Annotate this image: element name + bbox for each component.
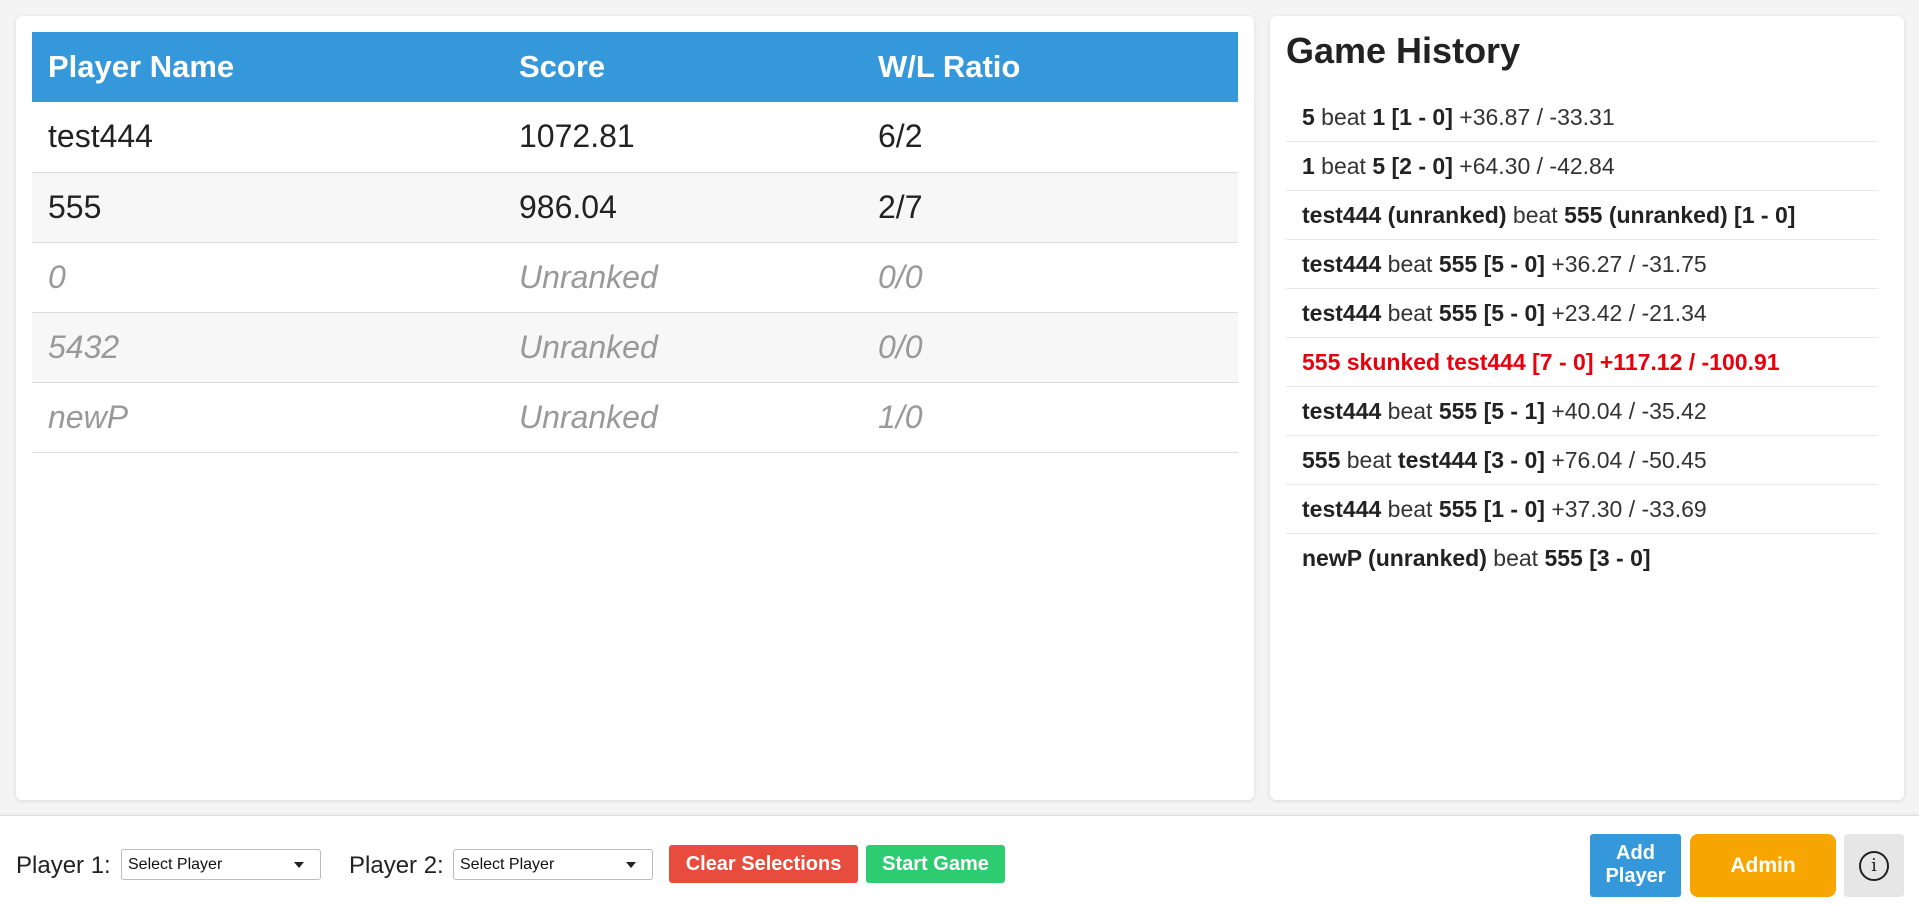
history-entry-strong: 555 [3 - 0] (1544, 545, 1651, 571)
footer-bar: Player 1: Select Player Player 2: Select… (0, 815, 1919, 908)
leaderboard-panel: Player Name Score W/L Ratio test444 1072… (16, 16, 1254, 800)
history-entry: test444 beat 555 [5 - 1] +40.04 / -35.42 (1286, 387, 1878, 436)
game-history-panel: Game History 5 beat 1 [1 - 0] +36.87 / -… (1270, 16, 1904, 800)
clear-selections-button[interactable]: Clear Selections (669, 845, 858, 883)
player2-select-value: Select Player (460, 856, 555, 873)
history-entry-strong: test444 [3 - 0] (1397, 447, 1545, 473)
table-row[interactable]: 5432 Unranked 0/0 (32, 312, 1238, 383)
history-entry-strong: test444 (1302, 300, 1382, 326)
history-entry-strong: 5 [2 - 0] (1372, 153, 1453, 179)
chevron-down-icon (626, 862, 636, 868)
history-entry-strong: test444 (1302, 398, 1382, 424)
history-entry-text: +23.42 / -21.34 (1544, 300, 1707, 326)
info-circle-icon: i (1859, 851, 1889, 881)
score-cell: Unranked (503, 242, 862, 313)
history-entry: newP (unranked) beat 555 [3 - 0] (1286, 534, 1878, 583)
history-entry-text: beat (1314, 153, 1373, 179)
table-row[interactable]: newP Unranked 1/0 (32, 382, 1238, 453)
history-entry-text: beat (1314, 104, 1373, 130)
info-button[interactable]: i (1844, 834, 1904, 897)
history-entry-text: beat (1381, 300, 1439, 326)
score-cell: 1072.81 (503, 102, 862, 173)
leaderboard-table: Player Name Score W/L Ratio test444 1072… (32, 32, 1238, 453)
history-entry-strong: newP (unranked) (1302, 545, 1487, 571)
player-name-cell: 0 (32, 242, 503, 313)
history-entry-strong: 555 [5 - 0] (1438, 251, 1545, 277)
history-entry-strong: 1 [1 - 0] (1372, 104, 1453, 130)
history-entry-text: +36.87 / -33.31 (1452, 104, 1615, 130)
admin-button[interactable]: Admin (1690, 834, 1836, 897)
game-history-list: 5 beat 1 [1 - 0] +36.87 / -33.31 1 beat 5… (1286, 93, 1878, 583)
add-player-button[interactable]: Add Player (1590, 834, 1681, 897)
wl-ratio-cell: 6/2 (862, 102, 1238, 173)
score-cell: Unranked (503, 312, 862, 383)
history-entry: 5 beat 1 [1 - 0] +36.87 / -33.31 (1286, 93, 1878, 142)
history-entry-strong: 555 (1302, 447, 1341, 473)
wl-ratio-cell: 0/0 (862, 312, 1238, 383)
history-entry-strong: 555 [1 - 0] (1438, 496, 1545, 522)
history-entry-text: beat (1486, 545, 1545, 571)
history-entry: test444 beat 555 [1 - 0] +37.30 / -33.69 (1286, 485, 1878, 534)
history-entry-strong: 5 (1302, 104, 1315, 130)
column-header-wl-ratio[interactable]: W/L Ratio (862, 32, 1238, 102)
wl-ratio-cell: 0/0 (862, 242, 1238, 313)
history-entry-text: beat (1381, 251, 1439, 277)
table-row[interactable]: 0 Unranked 0/0 (32, 242, 1238, 313)
history-entry-strong: test444 (1302, 251, 1382, 277)
player1-select[interactable]: Select Player (121, 849, 321, 880)
history-entry-text: beat (1381, 398, 1439, 424)
history-entry-text: beat (1506, 202, 1565, 228)
history-entry-strong: 1 (1302, 153, 1315, 179)
history-entry: 555 skunked test444 [7 - 0] +117.12 / -1… (1286, 338, 1878, 387)
history-entry-strong: test444 (unranked) (1302, 202, 1507, 228)
score-cell: 986.04 (503, 172, 862, 243)
history-entry: test444 (unranked) beat 555 (unranked) [… (1286, 191, 1878, 240)
history-entry-strong: test444 (1302, 496, 1382, 522)
history-entry: 555 beat test444 [3 - 0] +76.04 / -50.45 (1286, 436, 1878, 485)
column-header-score[interactable]: Score (503, 32, 862, 102)
player-name-cell: 555 (32, 172, 503, 243)
game-history-title: Game History (1286, 30, 1521, 71)
history-entry-strong: 555 (unranked) [1 - 0] (1564, 202, 1796, 228)
history-entry-text: beat (1381, 496, 1439, 522)
history-entry-text: +40.04 / -35.42 (1544, 398, 1707, 424)
player2-label: Player 2: (349, 852, 444, 879)
player-name-cell: newP (32, 382, 503, 453)
start-game-button[interactable]: Start Game (866, 845, 1005, 883)
chevron-down-icon (294, 862, 304, 868)
history-entry: test444 beat 555 [5 - 0] +36.27 / -31.75 (1286, 240, 1878, 289)
leaderboard-header-row: Player Name Score W/L Ratio (32, 32, 1238, 102)
wl-ratio-cell: 1/0 (862, 382, 1238, 453)
history-entry-text: +64.30 / -42.84 (1452, 153, 1615, 179)
add-player-label-line2: Player (1605, 865, 1666, 887)
table-row[interactable]: 555 986.04 2/7 (32, 172, 1238, 243)
wl-ratio-cell: 2/7 (862, 172, 1238, 243)
history-entry-strong: 555 skunked test444 [7 - 0] +117.12 / -1… (1302, 349, 1780, 375)
table-row[interactable]: test444 1072.81 6/2 (32, 102, 1238, 173)
column-header-player-name[interactable]: Player Name (32, 32, 503, 102)
history-entry-strong: 555 [5 - 1] (1438, 398, 1545, 424)
player-name-cell: 5432 (32, 312, 503, 383)
history-entry-text: beat (1340, 447, 1398, 473)
player2-select[interactable]: Select Player (453, 849, 653, 880)
history-entry-text: +76.04 / -50.45 (1544, 447, 1707, 473)
history-entry: 1 beat 5 [2 - 0] +64.30 / -42.84 (1286, 142, 1878, 191)
history-entry-text: +37.30 / -33.69 (1544, 496, 1707, 522)
player-name-cell: test444 (32, 102, 503, 173)
player1-select-value: Select Player (128, 856, 223, 873)
history-entry-text: +36.27 / -31.75 (1544, 251, 1707, 277)
player1-label: Player 1: (16, 852, 111, 879)
score-cell: Unranked (503, 382, 862, 453)
history-entry: test444 beat 555 [5 - 0] +23.42 / -21.34 (1286, 289, 1878, 338)
history-entry-strong: 555 [5 - 0] (1438, 300, 1545, 326)
add-player-label-line1: Add (1616, 842, 1655, 864)
